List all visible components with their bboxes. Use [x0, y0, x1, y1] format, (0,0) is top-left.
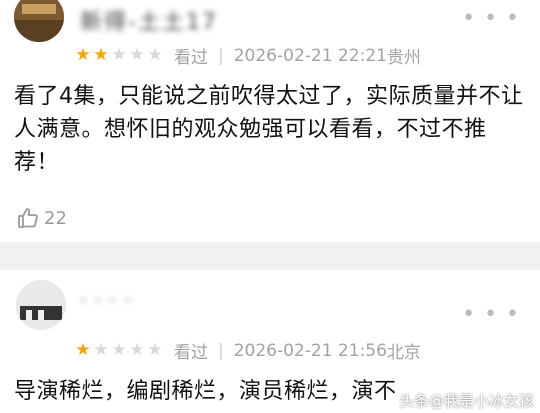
like-button[interactable]: 22: [16, 206, 67, 230]
review-location: 北京: [386, 343, 421, 363]
review-text: 看了4集，只能说之前吹得太过了，实际质量并不让人满意。想怀旧的观众勉强可以看看，…: [14, 84, 524, 175]
username[interactable]: - - - -: [80, 290, 132, 309]
divider: |: [218, 45, 224, 66]
divider: |: [218, 340, 224, 361]
star-icon: ★: [147, 340, 163, 360]
star-rating: ★ ★ ★ ★ ★: [74, 342, 164, 359]
review-meta: ★ ★ ★ ★ ★ 看过 | 2026-02-21 22:21 贵州: [74, 43, 421, 69]
review-datetime: 2026-02-21 21:56: [233, 340, 387, 361]
more-dots-icon[interactable]: • • •: [462, 304, 520, 326]
watermark: 头条@我是小冰女孩: [398, 392, 534, 410]
review-card: 新得-土土17 • • • ★ ★ ★ ★ ★ 看过 | 2026-02-21 …: [0, 0, 540, 242]
star-icon: ★: [129, 45, 145, 65]
thumbs-up-icon: [18, 208, 38, 228]
review-datetime: 2026-02-21 22:21: [233, 45, 387, 66]
star-rating: ★ ★ ★ ★ ★: [74, 47, 164, 64]
review-location: 贵州: [386, 48, 421, 68]
like-count: 22: [44, 207, 67, 229]
star-icon: ★: [93, 340, 109, 360]
avatar[interactable]: [16, 280, 66, 330]
more-dots-icon[interactable]: • • •: [462, 8, 520, 30]
star-icon: ★: [111, 45, 127, 65]
star-icon: ★: [93, 45, 109, 65]
star-icon: ★: [75, 340, 91, 360]
watch-status: 看过: [174, 343, 208, 363]
star-icon: ★: [111, 340, 127, 360]
star-icon: ★: [129, 340, 145, 360]
review-meta: ★ ★ ★ ★ ★ 看过 | 2026-02-21 21:56 北京: [74, 338, 421, 364]
avatar[interactable]: [14, 0, 64, 42]
watch-status: 看过: [174, 48, 208, 68]
star-icon: ★: [147, 45, 163, 65]
username[interactable]: 新得-土土17: [80, 4, 218, 36]
star-icon: ★: [75, 45, 91, 65]
